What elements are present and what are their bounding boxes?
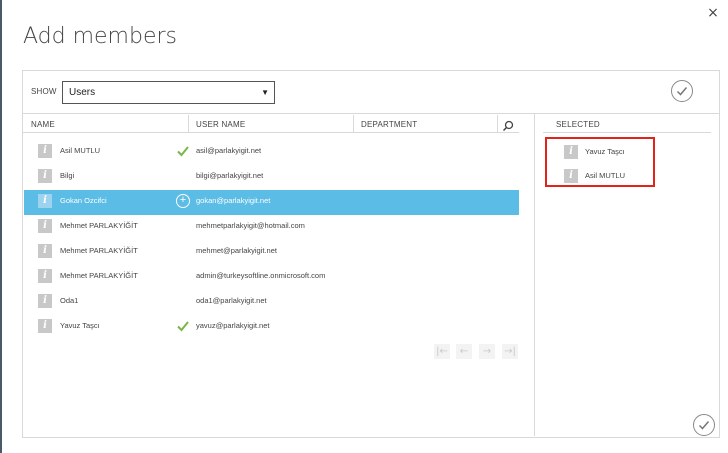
user-name: Gokan Ozcifci (60, 196, 107, 205)
user-icon: i (38, 319, 52, 333)
column-divider (353, 115, 354, 133)
selected-header-divider (543, 132, 711, 133)
user-icon: i (38, 294, 52, 308)
user-icon: i (38, 244, 52, 258)
checkmark-icon (176, 319, 190, 333)
user-row[interactable]: i Mehmet PARLAKYİĞİT mehmetparlakyigit@hot… (24, 215, 519, 240)
selected-heading: SELECTED (556, 120, 600, 129)
user-name: Yavuz Taşcı (60, 321, 100, 330)
user-row[interactable]: i Mehmet PARLAKYİĞİT mehmet@parlakyigit.ne… (24, 240, 519, 265)
column-header-name[interactable]: NAME (31, 120, 55, 129)
user-email: asil@parlakyigit.net (196, 146, 262, 155)
selected-item[interactable]: i Yavuz Taşcı (547, 141, 653, 163)
plus-icon[interactable]: + (176, 194, 190, 208)
close-icon[interactable]: × (706, 6, 720, 20)
user-row[interactable]: i Bilgi bilgi@parlakyigit.net (24, 165, 519, 190)
user-email: mehmetparlakyigit@hotmail.com (196, 221, 305, 230)
user-icon: i (38, 144, 52, 158)
pagination: |← ← → →| (434, 344, 519, 359)
checkmark-icon (176, 144, 190, 158)
user-icon: i (564, 169, 578, 183)
user-email: oda1@parlakyigit.net (196, 296, 267, 305)
search-icon[interactable] (502, 119, 516, 132)
window-frame-edge (0, 0, 2, 453)
header-divider (23, 132, 519, 133)
user-email: bilgi@parlakyigit.net (196, 171, 264, 180)
checkmark-icon (676, 87, 688, 96)
user-row[interactable]: i Oda1 oda1@parlakyigit.net (24, 290, 519, 315)
user-name: Bilgi (60, 171, 75, 180)
user-name: Mehmet PARLAKYİĞİT (60, 221, 138, 230)
last-page-icon[interactable]: →| (502, 344, 518, 359)
user-name: Mehmet PARLAKYİĞİT (60, 246, 138, 255)
checkmark-icon (698, 421, 710, 430)
user-icon: i (564, 145, 578, 159)
user-row[interactable]: i Asil MUTLU asil@parlakyigit.net (24, 140, 519, 165)
user-icon: i (38, 194, 52, 208)
filter-bar: SHOW Users ▼ (23, 71, 719, 114)
confirm-button[interactable] (693, 414, 715, 436)
selected-item[interactable]: i Asil MUTLU (547, 165, 653, 187)
apply-filter-button[interactable] (671, 80, 693, 102)
column-header-department[interactable]: DEPARTMENT (361, 120, 417, 129)
user-name: Oda1 (60, 296, 79, 305)
user-icon: i (38, 219, 52, 233)
selected-item-name: Asil MUTLU (585, 171, 626, 180)
user-email: admin@turkeysoftline.onmicrosoft.com (196, 271, 326, 280)
user-email: gokan@parlakyigit.net (196, 196, 271, 205)
panel-divider (534, 113, 535, 436)
chevron-down-icon: ▼ (261, 88, 269, 97)
user-icon: i (38, 169, 52, 183)
users-list: i Asil MUTLU asil@parlakyigit.net i Bilgi bil… (24, 140, 519, 340)
column-header-user-name[interactable]: USER NAME (196, 120, 245, 129)
user-row[interactable]: i Mehmet PARLAKYİĞİT admin@turkeysoftline.… (24, 265, 519, 290)
user-row[interactable]: i Yavuz Taşcı yavuz@parlakyigit.net (24, 315, 519, 340)
user-name: Asil MUTLU (60, 146, 101, 155)
selected-list: i Yavuz Taşcı i Asil MUTLU (545, 137, 655, 187)
user-name: Mehmet PARLAKYİĞİT (60, 271, 138, 280)
next-page-icon[interactable]: → (479, 344, 495, 359)
show-select[interactable]: Users ▼ (62, 81, 275, 104)
user-row[interactable]: i Gokan Ozcifci + gokan@parlakyigit.net (24, 190, 519, 215)
show-label: SHOW (31, 87, 57, 96)
dialog-title: Add members (23, 24, 177, 49)
column-divider (497, 115, 498, 133)
user-email: mehmet@parlakyigit.net (196, 246, 277, 255)
user-email: yavuz@parlakyigit.net (196, 321, 270, 330)
user-icon: i (38, 269, 52, 283)
members-panel: SHOW Users ▼ NAME USER NAME DEPARTMENT i… (22, 70, 720, 438)
selected-item-name: Yavuz Taşcı (585, 147, 625, 156)
column-divider (188, 115, 189, 133)
first-page-icon[interactable]: |← (434, 344, 450, 359)
show-select-value: Users (69, 87, 96, 98)
prev-page-icon[interactable]: ← (456, 344, 472, 359)
